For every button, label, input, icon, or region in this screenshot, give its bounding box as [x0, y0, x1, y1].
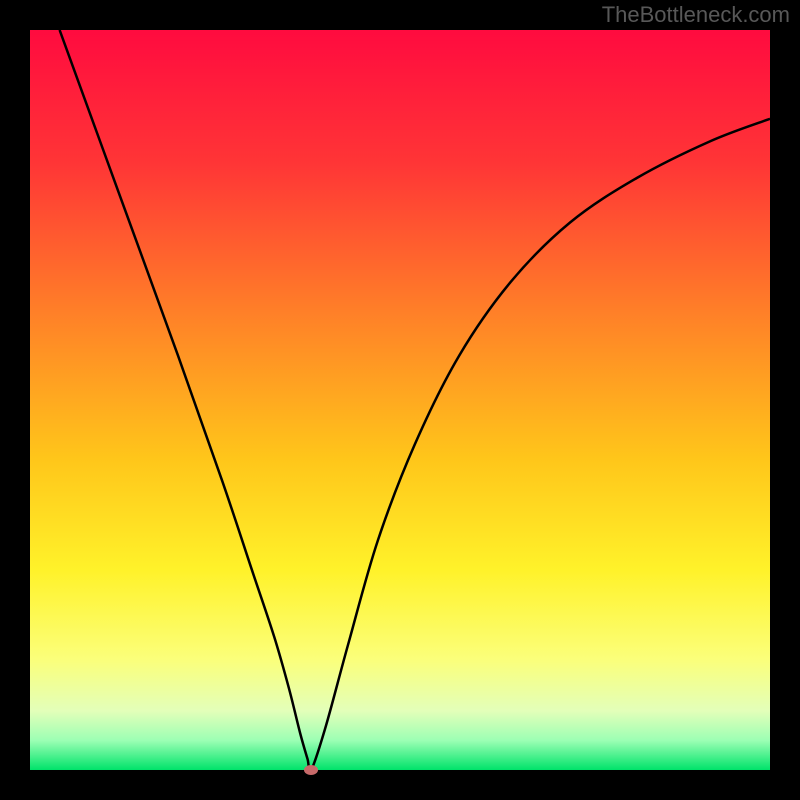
chart-root: TheBottleneck.com: [0, 0, 800, 800]
plot-area: [30, 30, 770, 770]
minimum-marker: [304, 765, 318, 775]
curve-layer: [30, 30, 770, 770]
bottleneck-curve: [60, 30, 770, 770]
watermark-label: TheBottleneck.com: [602, 2, 790, 28]
